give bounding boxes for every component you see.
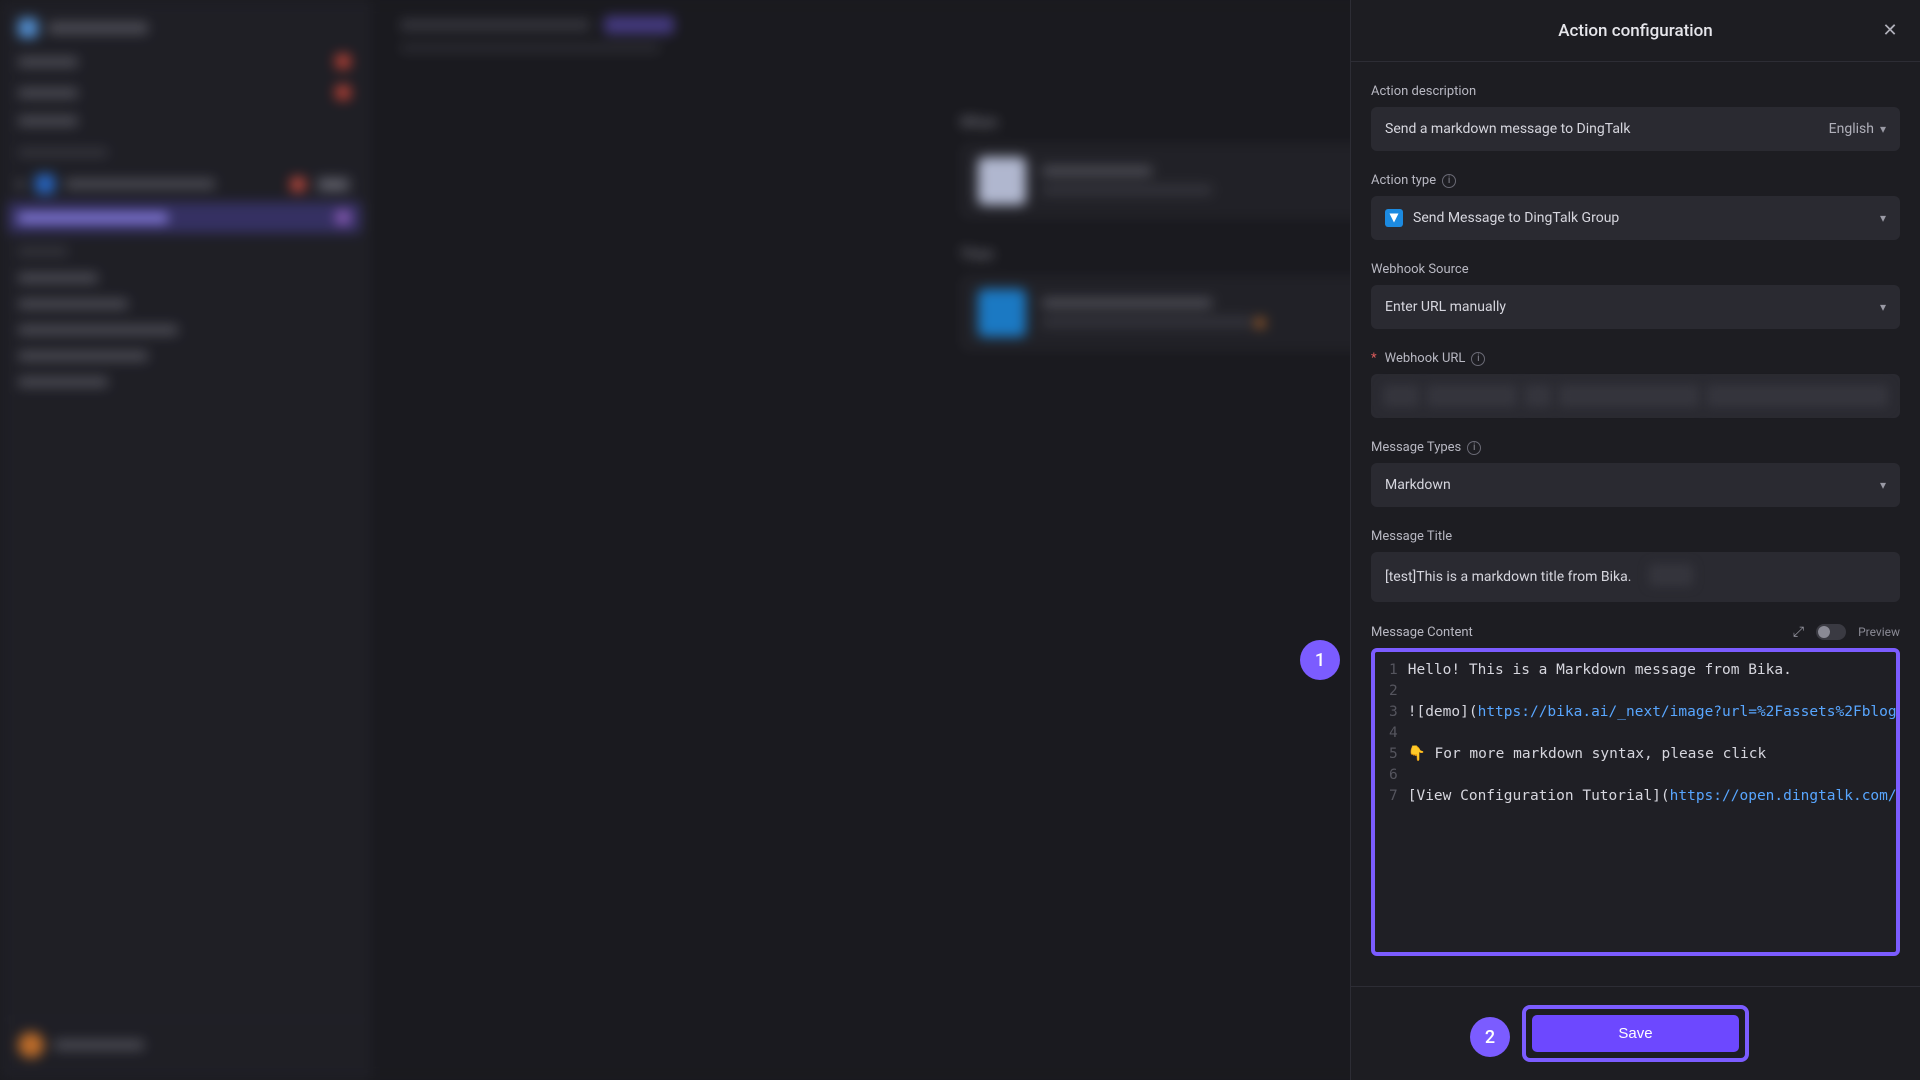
chevron-down-icon: ▾ — [1880, 122, 1886, 136]
code-content[interactable]: Hello! This is a Markdown message from B… — [1408, 660, 1896, 944]
webhook-url-input[interactable] — [1371, 374, 1900, 418]
webhook-url-label: *Webhook URL i — [1371, 351, 1900, 366]
message-types-value: Markdown — [1385, 477, 1451, 493]
save-button[interactable]: Save — [1532, 1015, 1738, 1052]
annotation-1: 1 — [1300, 640, 1340, 680]
panel-body: Action description Send a markdown messa… — [1351, 62, 1920, 986]
chevron-down-icon: ▾ — [1880, 478, 1886, 492]
message-content-label: Message Content — [1371, 625, 1473, 640]
close-icon[interactable]: ✕ — [1878, 19, 1902, 43]
action-description-label: Action description — [1371, 84, 1900, 99]
panel-header: Action configuration ✕ — [1351, 0, 1920, 62]
panel-title: Action configuration — [1558, 21, 1712, 41]
action-config-panel: Action configuration ✕ Action descriptio… — [1350, 0, 1920, 1080]
panel-footer: Save — [1351, 986, 1920, 1080]
annotation-2: 2 — [1470, 1017, 1510, 1057]
language-label: English — [1829, 121, 1874, 137]
message-title-label: Message Title — [1371, 529, 1900, 544]
action-description-field[interactable]: Send a markdown message to DingTalk Engl… — [1371, 107, 1900, 151]
action-type-select[interactable]: Send Message to DingTalk Group ▾ — [1371, 196, 1900, 240]
info-icon[interactable]: i — [1467, 441, 1481, 455]
webhook-source-value: Enter URL manually — [1385, 299, 1506, 315]
action-type-label: Action type i — [1371, 173, 1900, 188]
chevron-down-icon: ▾ — [1880, 211, 1886, 225]
preview-toggle[interactable] — [1816, 624, 1846, 640]
webhook-source-select[interactable]: Enter URL manually ▾ — [1371, 285, 1900, 329]
expand-icon[interactable]: ⤢ — [1793, 624, 1804, 640]
message-types-select[interactable]: Markdown ▾ — [1371, 463, 1900, 507]
chevron-down-icon: ▾ — [1880, 300, 1886, 314]
message-content-editor[interactable]: 1 2 3 4 5 6 7 Hello! This is a Markdown … — [1371, 648, 1900, 956]
message-title-value: [test]This is a markdown title from Bika… — [1385, 569, 1631, 585]
message-title-input[interactable]: [test]This is a markdown title from Bika… — [1371, 552, 1900, 602]
action-description-value: Send a markdown message to DingTalk — [1385, 121, 1630, 137]
webhook-source-label: Webhook Source — [1371, 262, 1900, 277]
info-icon[interactable]: i — [1442, 174, 1456, 188]
preview-label: Preview — [1858, 625, 1900, 639]
sidebar: 1 1 ▸2Auto 1 — [0, 0, 370, 1080]
action-type-value: Send Message to DingTalk Group — [1413, 210, 1619, 226]
info-icon[interactable]: i — [1471, 352, 1485, 366]
save-highlight: Save — [1522, 1005, 1748, 1062]
message-types-label: Message Types i — [1371, 440, 1900, 455]
dingtalk-icon — [1385, 209, 1403, 227]
code-gutter: 1 2 3 4 5 6 7 — [1375, 660, 1408, 944]
